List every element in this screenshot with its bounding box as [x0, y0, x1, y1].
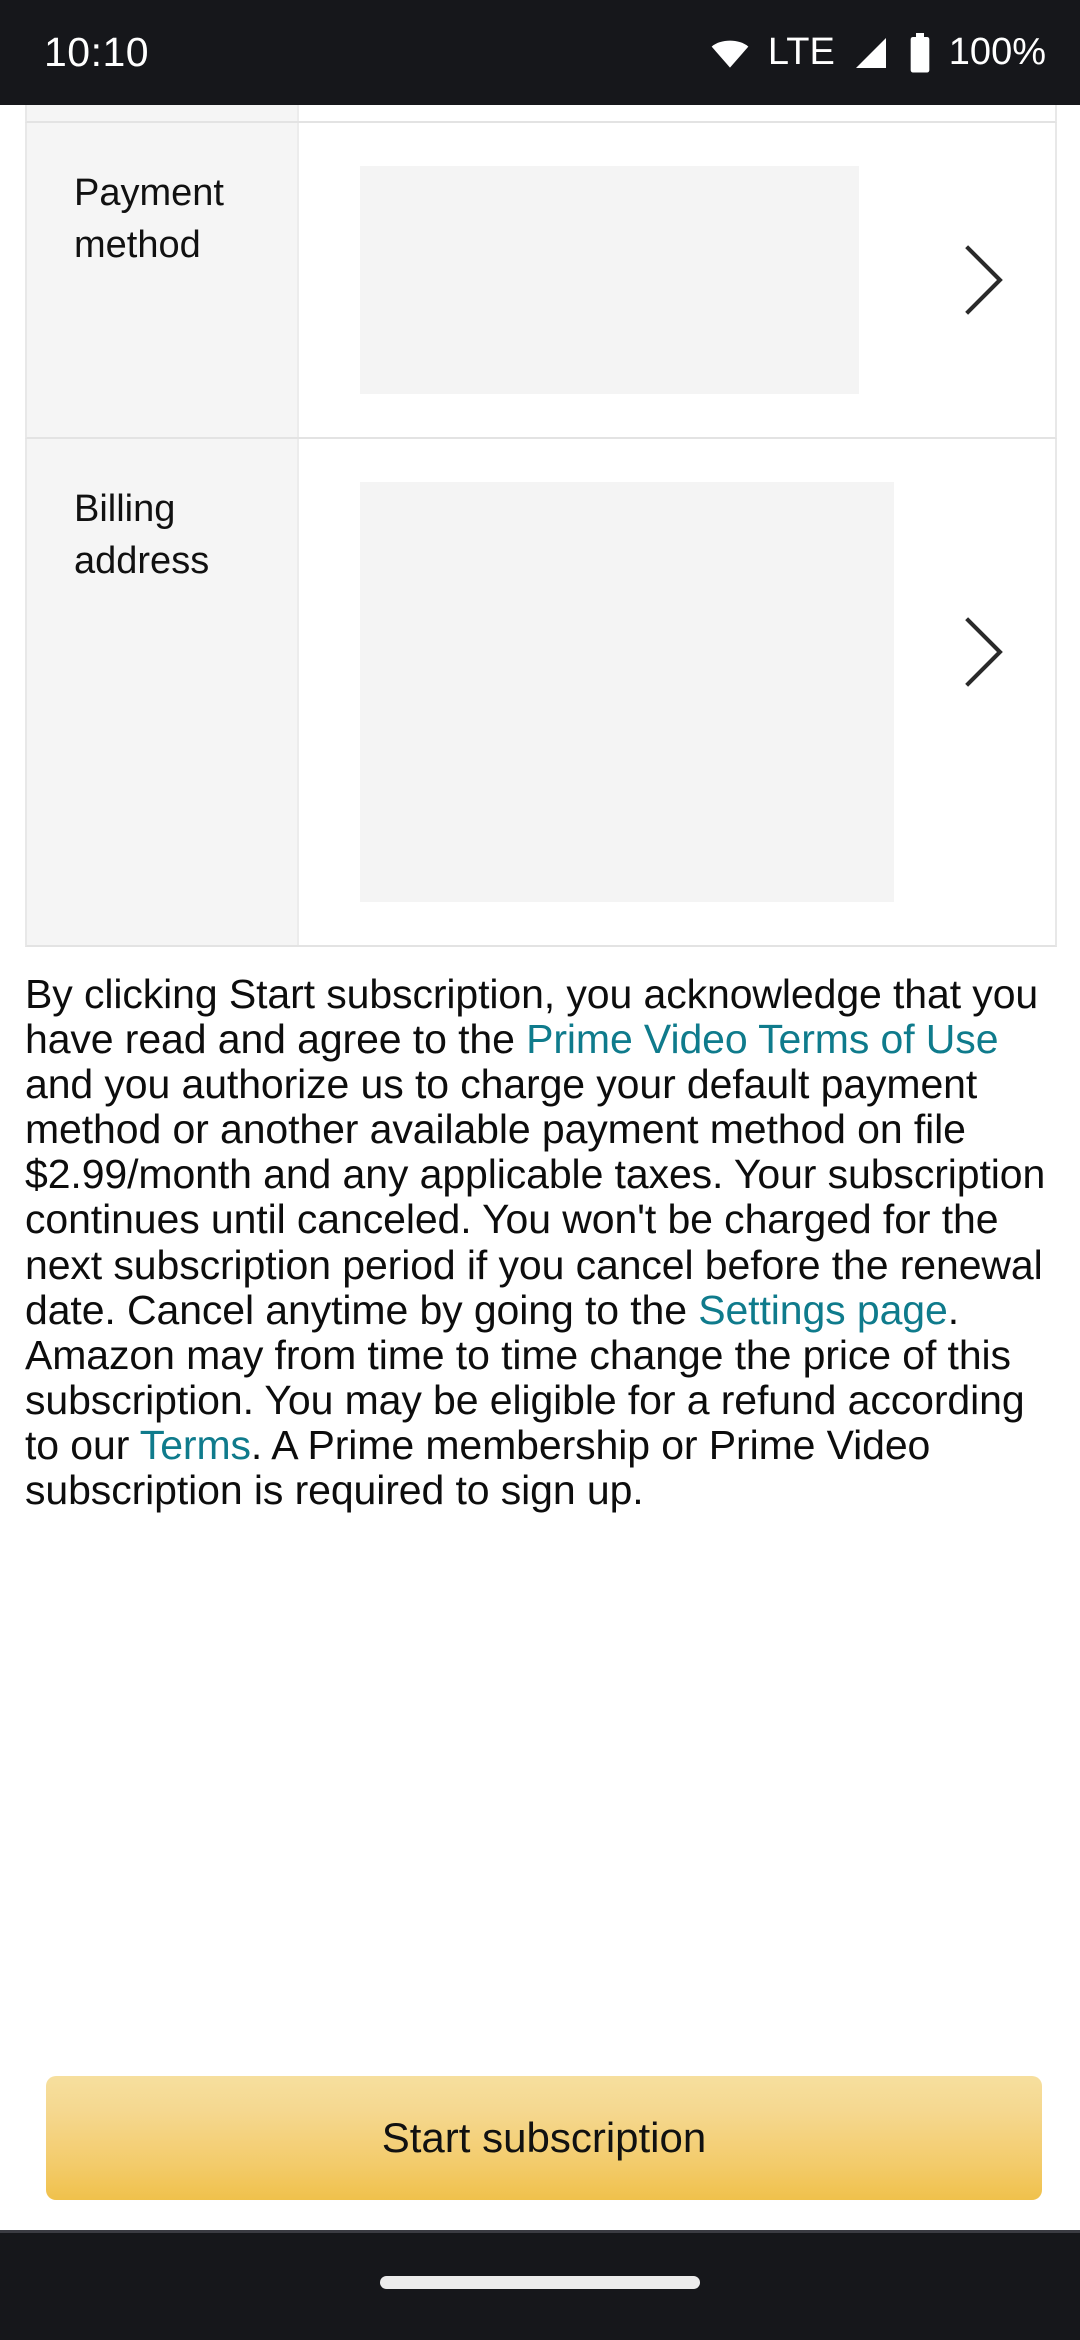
status-bar-clock: 10:10: [44, 29, 150, 75]
prime-video-terms-of-use-link[interactable]: Prime Video Terms of Use: [526, 1016, 998, 1062]
cellular-signal-icon: [851, 33, 891, 73]
table-row-payment-method[interactable]: Payment method: [25, 123, 1057, 439]
status-bar-indicators: LTE 100%: [708, 31, 1046, 75]
checkout-details-table: Payment method Billing address: [25, 105, 1057, 947]
table-row-partial: [25, 105, 1057, 123]
partial-row-body-cell: [299, 105, 1055, 121]
table-row-billing-address[interactable]: Billing address: [25, 439, 1057, 947]
chevron-right-icon[interactable]: [951, 611, 1013, 693]
payment-method-value-cell[interactable]: [299, 123, 1055, 437]
battery-percentage-label: 100%: [948, 31, 1046, 73]
billing-address-value-cell[interactable]: [299, 439, 1055, 945]
battery-icon: [907, 32, 933, 73]
legal-disclaimer-text: By clicking Start subscription, you ackn…: [25, 971, 1057, 1513]
settings-page-link[interactable]: Settings page: [698, 1287, 948, 1333]
status-bar: 10:10 LTE 100%: [0, 0, 1080, 105]
payment-method-label: Payment method: [27, 123, 299, 437]
partial-row-label-cell: [27, 105, 299, 121]
terms-link[interactable]: Terms: [140, 1422, 251, 1468]
chevron-right-icon[interactable]: [951, 239, 1013, 321]
start-subscription-button[interactable]: Start subscription: [46, 2076, 1042, 2200]
billing-address-label: Billing address: [27, 439, 299, 945]
home-gesture-pill[interactable]: [380, 2276, 700, 2289]
wifi-icon: [708, 31, 752, 75]
network-type-label: LTE: [767, 31, 835, 73]
payment-method-placeholder: [360, 166, 859, 394]
system-navigation-bar: [0, 2230, 1080, 2340]
billing-address-placeholder: [360, 482, 894, 902]
